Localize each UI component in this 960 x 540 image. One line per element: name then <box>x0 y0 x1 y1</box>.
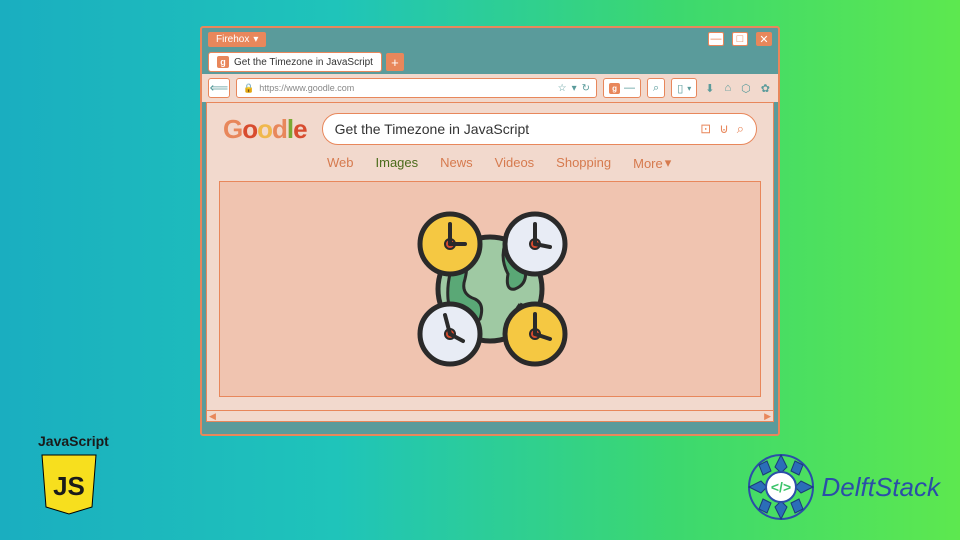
chevron-down-icon: ▾ <box>665 155 672 171</box>
search-input[interactable]: Get the Timezone in JavaScript ⊡ ⊍ ⌕ <box>322 113 757 145</box>
search-query: Get the Timezone in JavaScript <box>335 121 693 137</box>
chevron-down-icon: ▾ <box>687 84 691 93</box>
clover-icon[interactable]: ✿ <box>761 82 770 95</box>
javascript-badge: JavaScript JS <box>38 433 122 522</box>
mandala-icon: </> <box>746 452 816 522</box>
new-tab-button[interactable]: + <box>386 53 404 71</box>
scroll-right-icon[interactable]: ▶ <box>764 411 771 422</box>
tab-images[interactable]: Images <box>376 155 419 171</box>
tab-bar: g Get the Timezone in JavaScript + <box>202 50 778 74</box>
window-controls: — □ ✕ <box>708 32 772 46</box>
dash-icon: — <box>624 82 635 94</box>
titlebar: Firehox ▾ — □ ✕ <box>202 28 778 50</box>
globe-clocks-icon <box>390 189 590 389</box>
lock-icon: 🔒 <box>243 83 254 94</box>
back-button[interactable]: ⟸ <box>208 78 230 98</box>
camera-icon[interactable]: ⊡ <box>700 121 711 137</box>
goodle-logo[interactable]: Goodle <box>223 114 307 145</box>
scroll-left-icon[interactable]: ◀ <box>209 411 216 422</box>
chevron-down-icon: ▾ <box>253 34 258 45</box>
star-icon[interactable]: ☆ <box>558 83 567 94</box>
tab-news[interactable]: News <box>440 155 473 171</box>
extension-icon: g <box>609 83 620 94</box>
toolbar: ⟸ 🔒 https://www.goodle.com ☆ ▾ ↻ g — ⌕ ▯… <box>202 74 778 102</box>
microphone-icon[interactable]: ⊍ <box>719 121 729 137</box>
browser-window: Firehox ▾ — □ ✕ g Get the Timezone in Ja… <box>200 26 780 436</box>
tab-favicon-icon: g <box>217 56 229 68</box>
minimize-button[interactable]: — <box>708 32 724 46</box>
search-toolbar-button[interactable]: ⌕ <box>647 78 665 98</box>
javascript-label: JavaScript <box>38 433 122 449</box>
tab-shopping[interactable]: Shopping <box>556 155 611 171</box>
search-icon[interactable]: ⌕ <box>737 121 744 137</box>
tab-more[interactable]: More ▾ <box>633 155 671 171</box>
search-header: Goodle Get the Timezone in JavaScript ⊡ … <box>207 103 773 151</box>
extension-box[interactable]: g — <box>603 78 641 98</box>
url-bar[interactable]: 🔒 https://www.goodle.com ☆ ▾ ↻ <box>236 78 597 98</box>
tab-title: Get the Timezone in JavaScript <box>234 57 373 68</box>
refresh-icon[interactable]: ↻ <box>582 83 590 94</box>
result-illustration <box>219 181 761 397</box>
search-icon: ⌕ <box>653 82 659 95</box>
browser-menu-button[interactable]: Firehox ▾ <box>208 32 266 47</box>
browser-menu-label: Firehox <box>216 34 249 45</box>
home-icon[interactable]: ⌂ <box>725 82 732 94</box>
url-text: https://www.goodle.com <box>259 83 552 93</box>
delftstack-text: DelftStack <box>822 472 941 503</box>
close-button[interactable]: ✕ <box>756 32 772 46</box>
maximize-button[interactable]: □ <box>732 32 748 46</box>
browser-tab[interactable]: g Get the Timezone in JavaScript <box>208 52 382 72</box>
book-icon: ▯ <box>677 82 683 95</box>
svg-text:JS: JS <box>53 471 85 501</box>
tab-web[interactable]: Web <box>327 155 354 171</box>
javascript-shield-icon: JS <box>38 451 100 517</box>
cube-icon[interactable]: ⬡ <box>741 82 751 95</box>
page-content: Goodle Get the Timezone in JavaScript ⊡ … <box>206 102 774 422</box>
download-icon[interactable]: ⬇ <box>705 82 714 95</box>
tab-videos[interactable]: Videos <box>495 155 535 171</box>
horizontal-scrollbar[interactable]: ◀ ▶ <box>207 410 773 421</box>
svg-text:</>: </> <box>770 479 790 495</box>
reader-button[interactable]: ▯ ▾ <box>671 78 697 98</box>
delftstack-logo: </> DelftStack <box>746 452 941 522</box>
search-nav-tabs: Web Images News Videos Shopping More ▾ <box>207 151 773 179</box>
chevron-down-icon[interactable]: ▾ <box>572 83 577 94</box>
